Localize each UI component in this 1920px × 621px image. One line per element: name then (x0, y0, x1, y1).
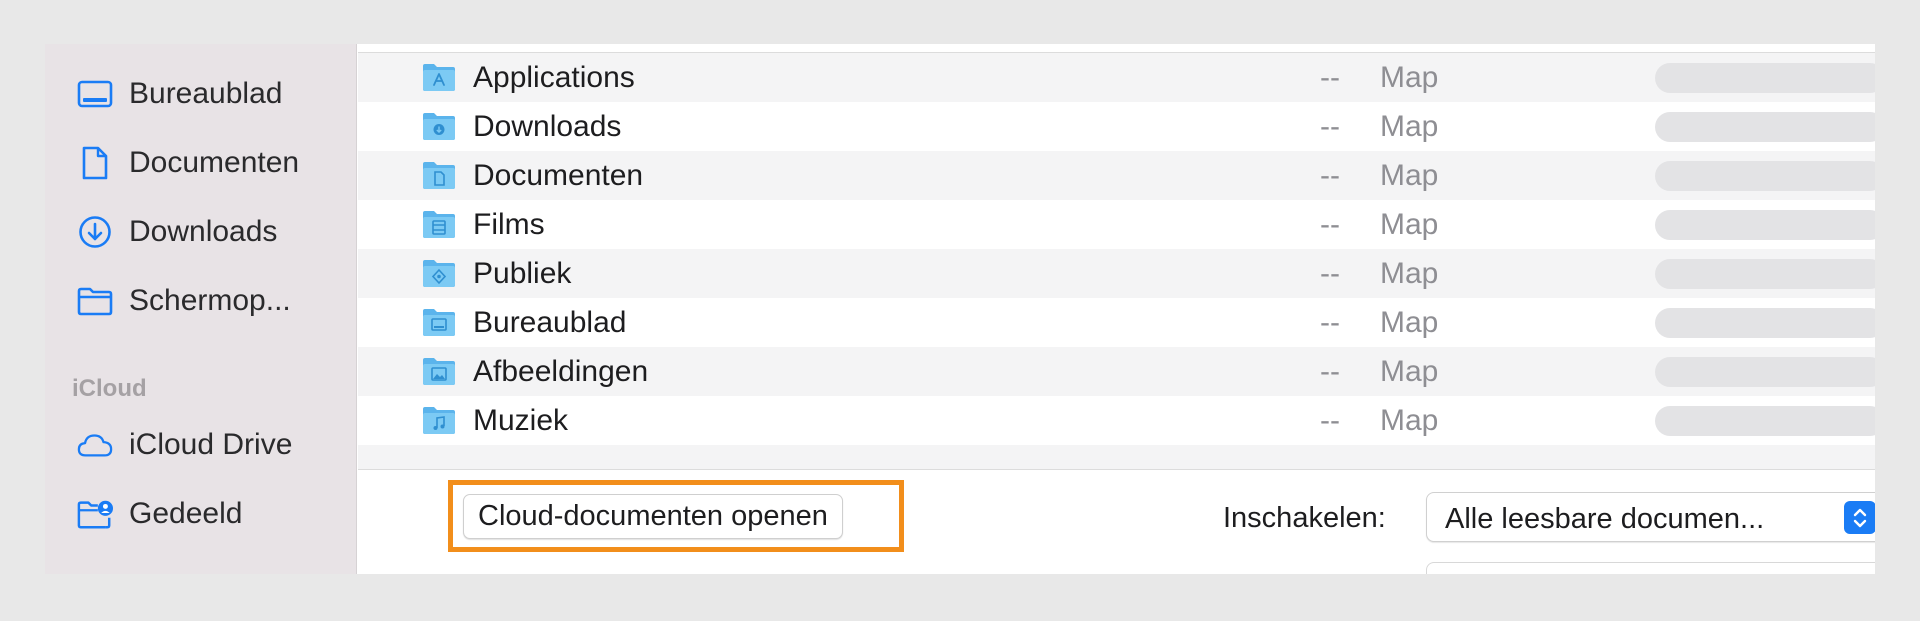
file-size: -- (1320, 355, 1340, 388)
shared-folder-icon (77, 496, 113, 532)
table-row-empty (358, 445, 1875, 469)
movies-folder-icon (422, 209, 456, 239)
enable-file-type-select[interactable]: Alle leesbare documen... (1426, 492, 1875, 542)
table-row[interactable]: Documenten -- Map (358, 151, 1875, 200)
highlight-box: Cloud-documenten openen (448, 480, 904, 552)
sidebar: Bureaublad Documenten Downloads Schermop… (45, 44, 357, 574)
table-row[interactable]: Bureaublad -- Map (358, 298, 1875, 347)
file-kind: Map (1380, 355, 1439, 388)
file-name: Publiek (473, 257, 572, 290)
file-size: -- (1320, 159, 1340, 192)
download-icon (77, 214, 113, 250)
select-value: Alle leesbare documen... (1445, 503, 1765, 535)
file-size: -- (1320, 257, 1340, 290)
sidebar-item-label: Bureaublad (129, 77, 283, 110)
date-placeholder (1655, 308, 1875, 338)
file-size: -- (1320, 61, 1340, 94)
file-name: Films (473, 208, 545, 241)
sidebar-item-downloads[interactable]: Downloads (45, 206, 357, 258)
sidebar-section-title: iCloud (72, 375, 147, 402)
table-row[interactable]: Applications -- Map (358, 53, 1875, 102)
file-name: Bureaublad (473, 306, 627, 339)
date-placeholder (1655, 357, 1875, 387)
applications-folder-icon (422, 62, 456, 92)
file-kind: Map (1380, 208, 1439, 241)
document-icon (77, 145, 113, 181)
file-name: Applications (473, 61, 635, 94)
sidebar-item-label: Gedeeld (129, 497, 243, 530)
sidebar-item-schermopnamen[interactable]: Schermop... (45, 275, 357, 327)
dialog-footer: Cloud-documenten openen Inschakelen: All… (358, 470, 1875, 574)
open-cloud-documents-button[interactable]: Cloud-documenten openen (463, 494, 843, 539)
file-kind: Map (1380, 61, 1439, 94)
sidebar-item-label: iCloud Drive (129, 428, 293, 461)
file-name: Afbeeldingen (473, 355, 649, 388)
secondary-select[interactable] (1426, 562, 1875, 574)
date-placeholder (1655, 259, 1875, 289)
file-name: Downloads (473, 110, 622, 143)
date-placeholder (1655, 161, 1875, 191)
table-row[interactable]: Films -- Map (358, 200, 1875, 249)
enable-label: Inschakelen: (1223, 502, 1386, 534)
date-placeholder (1655, 406, 1875, 436)
sidebar-item-documenten[interactable]: Documenten (45, 137, 357, 189)
open-file-dialog: Bureaublad Documenten Downloads Schermop… (45, 44, 1875, 574)
folder-icon (77, 283, 113, 319)
file-name: Muziek (473, 404, 569, 437)
desktop-folder-icon (422, 307, 456, 337)
file-kind: Map (1380, 110, 1439, 143)
pictures-folder-icon (422, 356, 456, 386)
file-kind: Map (1380, 159, 1439, 192)
desktop-icon (77, 76, 113, 112)
public-folder-icon (422, 258, 456, 288)
date-placeholder (1655, 210, 1875, 240)
cloud-icon (77, 427, 113, 463)
file-name: Documenten (473, 159, 644, 192)
file-size: -- (1320, 306, 1340, 339)
file-kind: Map (1380, 306, 1439, 339)
documents-folder-icon (422, 160, 456, 190)
downloads-folder-icon (422, 111, 456, 141)
table-row[interactable]: Publiek -- Map (358, 249, 1875, 298)
music-folder-icon (422, 405, 456, 435)
table-row[interactable]: Afbeeldingen -- Map (358, 347, 1875, 396)
file-size: -- (1320, 110, 1340, 143)
file-kind: Map (1380, 257, 1439, 290)
date-placeholder (1655, 112, 1875, 142)
table-row[interactable]: Downloads -- Map (358, 102, 1875, 151)
sidebar-item-label: Documenten (129, 146, 300, 179)
file-kind: Map (1380, 404, 1439, 437)
file-size: -- (1320, 404, 1340, 437)
date-placeholder (1655, 63, 1875, 93)
sidebar-item-bureaublad[interactable]: Bureaublad (45, 68, 357, 120)
sidebar-item-gedeeld[interactable]: Gedeeld (45, 488, 357, 540)
file-list: Applications -- Map Downloads -- Map Doc… (358, 44, 1875, 469)
chevron-up-down-icon (1844, 501, 1875, 534)
table-row[interactable]: Muziek -- Map (358, 396, 1875, 445)
sidebar-item-label: Schermop... (129, 284, 291, 317)
sidebar-item-icloud-drive[interactable]: iCloud Drive (45, 419, 357, 471)
file-size: -- (1320, 208, 1340, 241)
sidebar-item-label: Downloads (129, 215, 278, 248)
